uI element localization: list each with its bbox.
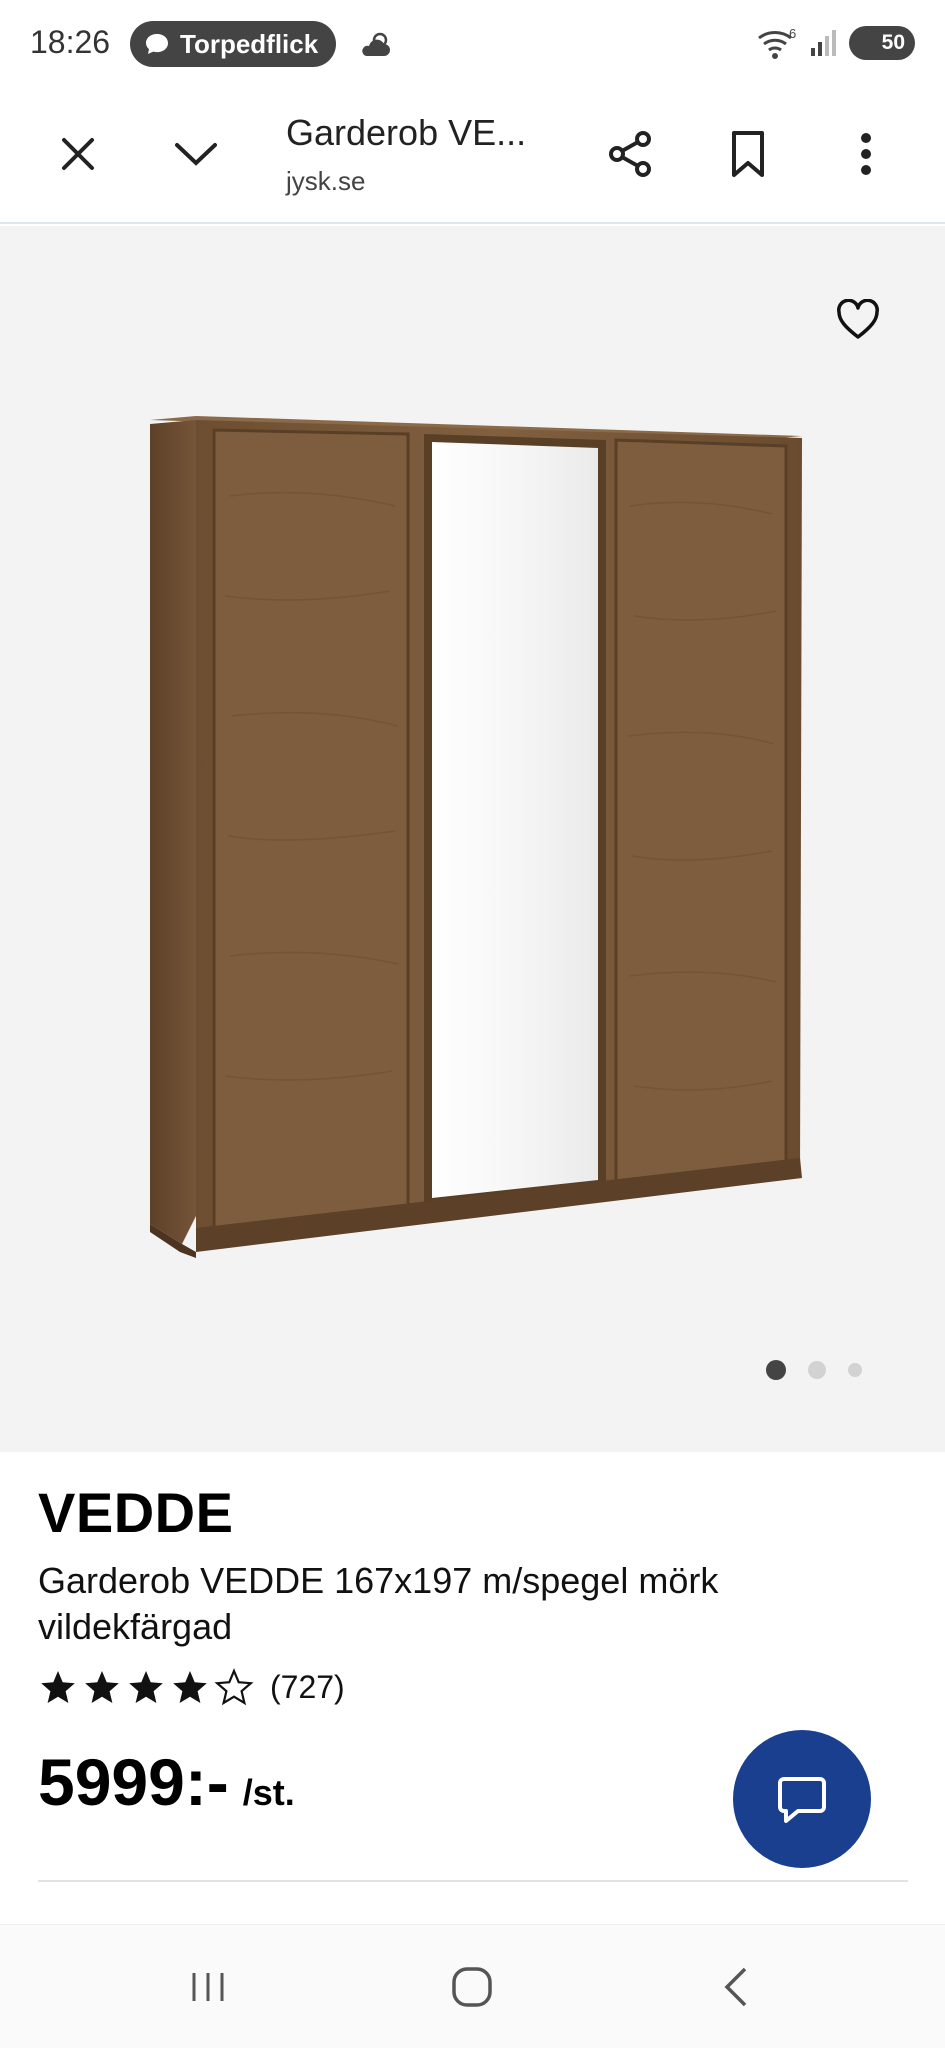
product-rating[interactable]: (727) [38,1668,345,1706]
wardrobe-product-image [150,416,802,1258]
chat-bubble-icon [778,1777,826,1823]
home-button[interactable] [432,1955,512,2019]
pagination-dot-1[interactable] [766,1360,786,1380]
minimize-button[interactable] [164,122,228,186]
share-button[interactable] [598,122,662,186]
price-row: 5999:- /st. [38,1744,295,1820]
browser-toolbar: Garderob VE... jysk.se [0,90,945,224]
share-icon [609,131,651,177]
back-icon [724,1967,747,2007]
weather-icon [362,32,390,56]
bookmark-button[interactable] [716,122,780,186]
star-filled-icon [129,1671,163,1703]
back-button[interactable] [696,1955,776,2019]
page-title[interactable]: Garderob VE... [286,112,526,154]
product-gallery[interactable] [0,226,945,1452]
more-options-button[interactable] [834,122,898,186]
left-door [212,428,410,1234]
close-icon [62,138,94,170]
star-filled-icon [173,1671,207,1703]
wifi-badge: 6 [789,26,796,41]
home-icon [452,1967,492,2007]
chat-bubble-icon [146,34,168,54]
page-url[interactable]: jysk.se [286,166,365,197]
signal-icon [811,30,836,56]
favorite-button[interactable] [828,290,888,350]
chevron-down-icon [175,143,217,166]
product-info: VEDDE Garderob VEDDE 167x197 m/spegel mö… [0,1452,945,1924]
right-door [614,438,788,1188]
pagination-dot-3[interactable] [848,1363,862,1377]
battery-level: 50 [881,31,905,54]
product-price: 5999:- [38,1745,229,1819]
star-outline-icon [214,1668,254,1706]
status-right: 6 50 [755,26,915,60]
pagination-dot-2[interactable] [808,1361,826,1379]
gallery-pagination[interactable] [766,1360,862,1380]
system-nav-bar [0,1924,945,2048]
product-brand: VEDDE [38,1481,234,1544]
recents-icon [192,1973,224,2001]
close-tab-button[interactable] [46,122,110,186]
status-bar: 18:26 Torpedflick 6 50 [0,0,945,90]
heart-outline-icon [837,299,879,339]
wifi-icon: 6 [758,26,796,59]
notification-pill[interactable]: Torpedflick [130,21,337,67]
rating-stars [38,1668,254,1706]
price-unit: /st. [242,1772,295,1813]
star-filled-icon [85,1671,119,1703]
battery-indicator: 50 [849,26,915,60]
star-filled-icon [41,1671,75,1703]
chat-button[interactable] [733,1730,871,1868]
status-time: 18:26 [30,24,111,60]
product-name: Garderob VEDDE 167x197 m/spegel mörk vil… [38,1560,719,1647]
more-vert-icon [861,133,871,175]
notification-app-name: Torpedflick [180,28,319,59]
rating-count[interactable]: (727) [270,1669,345,1706]
recents-button[interactable] [168,1955,248,2019]
bookmark-icon [732,131,764,177]
divider [38,1880,908,1882]
